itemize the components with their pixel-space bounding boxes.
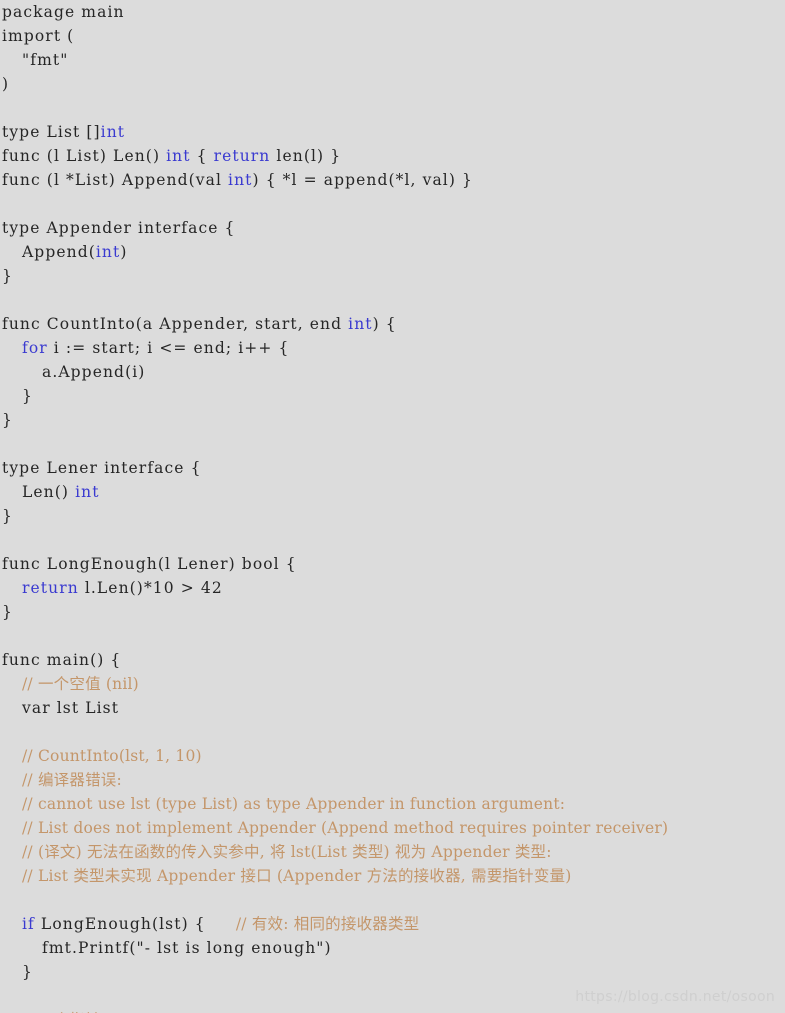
code-text: Append(	[22, 243, 96, 261]
code-line: func (l *List) Append(val int) { *l = ap…	[0, 168, 785, 192]
code-comment: // List 类型未实现 Appender 接口 (Appender 方法的接…	[22, 867, 572, 885]
csdn-watermark: https://blog.csdn.net/osoon	[575, 989, 775, 1005]
code-text: LongEnough(lst) {	[34, 915, 236, 933]
code-comment: // 有效: 相同的接收器类型	[235, 915, 420, 933]
code-line: for i := start; i <= end; i++ {	[0, 336, 785, 360]
code-text: }	[2, 603, 13, 621]
code-line: fmt.Printf("- lst is long enough")	[0, 936, 785, 960]
code-line: // List 类型未实现 Appender 接口 (Appender 方法的接…	[0, 864, 785, 888]
code-line: // (译文) 无法在函数的传入实参中, 将 lst(List 类型) 视为 A…	[0, 840, 785, 864]
code-keyword: return	[213, 147, 271, 165]
code-line: a.Append(i)	[0, 360, 785, 384]
code-comment: // CountInto(lst, 1, 10)	[22, 747, 202, 765]
code-keyword: for	[22, 339, 48, 357]
code-text: func (l *List) Append(val	[2, 171, 229, 189]
code-text: package main	[2, 3, 125, 21]
code-line: type Appender interface {	[0, 216, 785, 240]
code-text: }	[22, 387, 33, 405]
code-text: Len()	[22, 483, 76, 501]
code-text: type Lener interface {	[2, 459, 202, 477]
code-comment: // (译文) 无法在函数的传入实参中, 将 lst(List 类型) 视为 A…	[22, 843, 552, 861]
code-line: }	[0, 504, 785, 528]
code-text: func main() {	[2, 651, 122, 669]
code-line: }	[0, 600, 785, 624]
code-keyword: int	[348, 315, 373, 333]
code-keyword: int	[75, 483, 100, 501]
code-line: if LongEnough(lst) { // 有效: 相同的接收器类型	[0, 912, 785, 936]
code-line: // CountInto(lst, 1, 10)	[0, 744, 785, 768]
code-line: // 一个指针	[0, 1008, 785, 1013]
code-comment: // 一个空值 (nil)	[22, 675, 139, 693]
code-text: )	[2, 75, 10, 93]
code-comment: // 编译器错误:	[22, 771, 122, 789]
code-line: // cannot use lst (type List) as type Ap…	[0, 792, 785, 816]
code-keyword: int	[100, 123, 126, 141]
code-line: func LongEnough(l Lener) bool {	[0, 552, 785, 576]
code-line: var lst List	[0, 696, 785, 720]
code-text: func LongEnough(l Lener) bool {	[2, 555, 297, 573]
code-text: "fmt"	[22, 51, 69, 69]
code-text: }	[22, 963, 33, 981]
code-line: }	[0, 408, 785, 432]
code-text: import (	[2, 27, 75, 45]
code-line: }	[0, 384, 785, 408]
code-text: }	[2, 507, 13, 525]
code-text: var lst List	[22, 699, 120, 717]
code-line: }	[0, 264, 785, 288]
code-screenshot-page: package main import ("fmt") type List []i…	[0, 0, 785, 1013]
code-line: )	[0, 72, 785, 96]
code-keyword: int	[166, 147, 191, 165]
code-text: a.Append(i)	[42, 363, 146, 381]
code-keyword: return	[22, 579, 79, 597]
code-line: Len() int	[0, 480, 785, 504]
code-text: ) {	[372, 315, 397, 333]
code-text: func CountInto(a Appender, start, end	[2, 315, 349, 333]
code-line: type Lener interface {	[0, 456, 785, 480]
code-comment: // List does not implement Appender (App…	[22, 819, 669, 837]
code-line: func (l List) Len() int { return len(l) …	[0, 144, 785, 168]
code-line: }	[0, 960, 785, 984]
code-line: package main	[0, 0, 785, 24]
code-text: func (l List) Len()	[2, 147, 167, 165]
code-keyword: if	[22, 915, 35, 933]
code-text: i := start; i <= end; i++ {	[47, 339, 290, 357]
code-text: type Appender interface {	[2, 219, 236, 237]
code-text: type List []	[2, 123, 101, 141]
code-keyword: int	[228, 171, 253, 189]
code-line: // List does not implement Appender (App…	[0, 816, 785, 840]
code-text: fmt.Printf("- lst is long enough")	[42, 939, 332, 957]
code-keyword: int	[95, 243, 121, 261]
go-source-code-block: package main import ("fmt") type List []i…	[0, 0, 785, 1013]
code-text: len(l) }	[270, 147, 342, 165]
code-comment: // cannot use lst (type List) as type Ap…	[22, 795, 566, 813]
code-line: return l.Len()*10 > 42	[0, 576, 785, 600]
code-line: import (	[0, 24, 785, 48]
code-text: }	[2, 267, 13, 285]
code-text: )	[120, 243, 128, 261]
code-line: func CountInto(a Appender, start, end in…	[0, 312, 785, 336]
code-line: // 编译器错误:	[0, 768, 785, 792]
code-line: "fmt"	[0, 48, 785, 72]
code-line: // 一个空值 (nil)	[0, 672, 785, 696]
code-text: {	[190, 147, 214, 165]
code-text: ) { *l = append(*l, val) }	[252, 171, 473, 189]
code-line: Append(int)	[0, 240, 785, 264]
code-text: l.Len()*10 > 42	[78, 579, 223, 597]
code-line: type List []int	[0, 120, 785, 144]
code-text: }	[2, 411, 13, 429]
code-line: func main() {	[0, 648, 785, 672]
